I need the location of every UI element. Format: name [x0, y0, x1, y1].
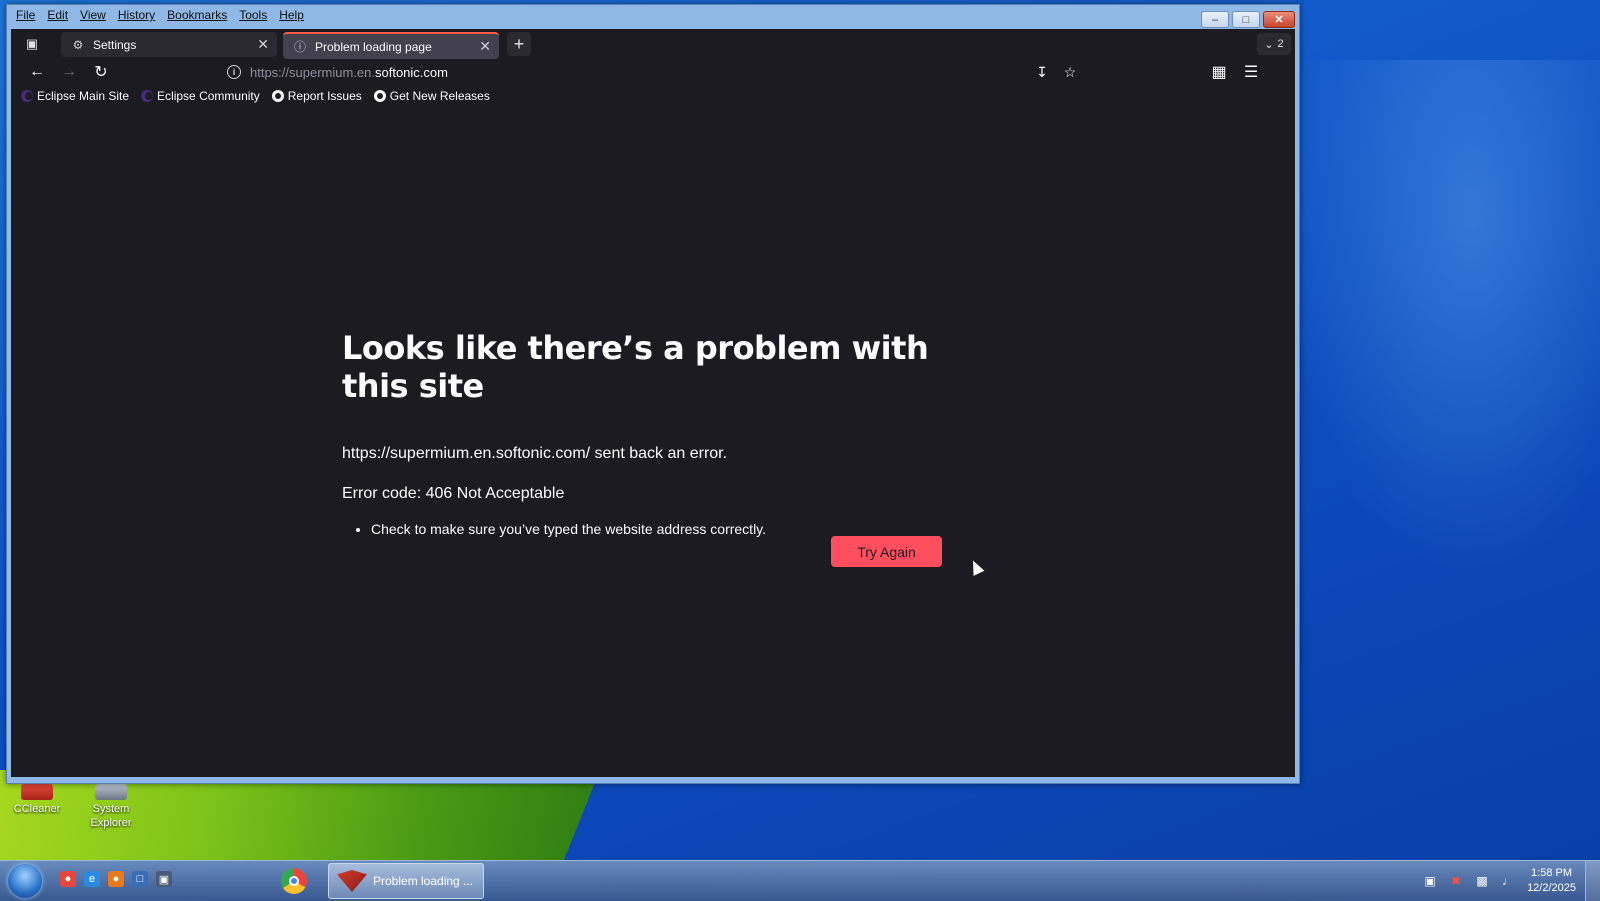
eclipse-icon: [21, 90, 33, 102]
tab-count: 2: [1277, 38, 1284, 50]
error-message: https://supermium.en.softonic.com/ sent …: [342, 445, 728, 462]
show-desktop-icon[interactable]: □: [132, 871, 148, 887]
extensions-button[interactable]: ▦: [1207, 61, 1231, 83]
network-icon[interactable]: ▩: [1474, 873, 1490, 889]
bookmarks-toolbar: Eclipse Main Site Eclipse Community Repo…: [11, 85, 1295, 107]
close-window-button[interactable]: ✕: [1263, 11, 1295, 28]
hamburger-menu-icon: ☰: [1243, 64, 1259, 81]
tab-bar: ▣ ⚙ Settings ✕ ⓘ Problem loading page ✕ …: [11, 29, 1295, 59]
new-tab-button[interactable]: +: [507, 32, 531, 56]
app-menu-button[interactable]: ☰: [1239, 61, 1263, 83]
system-explorer-icon: [95, 784, 127, 800]
error-code: Error code: 406 Not Acceptable: [342, 485, 565, 502]
minimize-icon: –: [1211, 13, 1219, 26]
menu-help[interactable]: Help: [278, 8, 305, 26]
menu-history[interactable]: History: [117, 8, 156, 26]
menu-bar: File Edit View History Bookmarks Tools H…: [15, 8, 305, 26]
volume-muted-icon[interactable]: ♩: [1500, 873, 1516, 889]
bookmark-star-icon[interactable]: ☆: [1059, 61, 1081, 83]
maximize-button[interactable]: □: [1232, 11, 1260, 28]
github-icon: [271, 90, 284, 102]
network-monitor-icon[interactable]: ▣: [1422, 873, 1438, 889]
url-text: https://supermium.en.softonic.com: [250, 64, 448, 80]
taskbar-browser-button[interactable]: Problem loading ...: [328, 863, 484, 899]
clock-date: 12/2/2025: [1527, 882, 1576, 894]
bookmark-report-issues[interactable]: Report Issues: [271, 89, 362, 103]
error-tips: Check to make sure you’ve typed the webs…: [342, 521, 962, 537]
browser-window: File Edit View History Bookmarks Tools H…: [6, 4, 1300, 784]
switch-windows-icon[interactable]: ▣: [156, 871, 172, 887]
close-tab-icon[interactable]: ✕: [479, 38, 491, 55]
address-bar[interactable]: i https://supermium.en.softonic.com ↧ ☆: [221, 61, 1081, 83]
close-icon: ✕: [1274, 14, 1284, 26]
bookmark-get-new-releases[interactable]: Get New Releases: [373, 89, 490, 103]
system-tray: ▣ ✖ ▩ ♩: [1422, 873, 1516, 889]
restore-icon: □: [1242, 13, 1250, 26]
tab-title: Settings: [93, 37, 137, 52]
site-info-icon[interactable]: i: [227, 65, 241, 79]
save-to-pocket-icon[interactable]: ↧: [1031, 61, 1053, 83]
desktop-icon-label: CCleaner: [13, 803, 61, 815]
bookmark-label: Eclipse Community: [157, 89, 260, 103]
bookmark-eclipse-main-site[interactable]: Eclipse Main Site: [21, 89, 129, 103]
bookmark-label: Eclipse Main Site: [37, 89, 130, 103]
eclipse-icon: [141, 90, 154, 102]
desktop-icon-label: System Explorer: [90, 803, 132, 829]
bookmark-eclipse-community[interactable]: Eclipse Community: [141, 89, 260, 103]
taskbar: ● e ● □ ▣ Problem loading ... ▣ ✖ ▩ ♩ 1:…: [0, 860, 1600, 901]
gear-icon: ⚙: [72, 37, 84, 52]
chrome-icon[interactable]: ●: [60, 871, 76, 887]
ccleaner-icon: [21, 784, 53, 800]
tab-settings[interactable]: ⚙ Settings ✕: [61, 32, 277, 57]
navigation-bar: ← → ↻ i https://supermium.en.softonic.co…: [11, 59, 1295, 85]
tab-problem-loading-page[interactable]: ⓘ Problem loading page ✕: [283, 32, 499, 59]
arrow-right-icon: →: [61, 63, 77, 80]
menu-tools[interactable]: Tools: [238, 8, 268, 26]
try-again-button[interactable]: Try Again: [831, 536, 942, 567]
error-tip: Check to make sure you’ve typed the webs…: [371, 521, 962, 537]
chrome-icon: [281, 868, 307, 894]
show-desktop-button[interactable]: [1585, 861, 1600, 901]
tab-title: Problem loading page: [315, 39, 432, 54]
info-icon: ⓘ: [293, 40, 306, 54]
firefox-icon[interactable]: ●: [108, 871, 124, 887]
menu-edit[interactable]: Edit: [46, 8, 69, 26]
chevron-down-icon: ⌄: [1264, 38, 1274, 51]
menu-file[interactable]: File: [15, 8, 36, 26]
minimize-button[interactable]: –: [1201, 11, 1229, 28]
clock-time: 1:58 PM: [1531, 867, 1573, 879]
list-all-tabs-button[interactable]: ⌄ 2: [1257, 33, 1291, 55]
desktop-background: [1280, 60, 1600, 580]
taskbar-chrome-button[interactable]: [278, 865, 310, 897]
bookmark-label: Report Issues: [287, 89, 362, 103]
error-title: Looks like there’s a problem with this s…: [342, 329, 929, 405]
github-icon: [373, 90, 386, 102]
close-tab-icon[interactable]: ✕: [257, 36, 269, 53]
reload-icon: ↻: [94, 64, 108, 81]
internet-explorer-icon[interactable]: e: [84, 871, 100, 887]
quick-launch: ● e ● □ ▣: [60, 871, 172, 887]
start-button[interactable]: [8, 864, 42, 898]
error-panel: Looks like there’s a problem with this s…: [342, 329, 962, 537]
firefox-view-button[interactable]: ▣: [19, 33, 45, 55]
menu-bookmarks[interactable]: Bookmarks: [166, 8, 228, 26]
bookmark-label: Get New Releases: [389, 89, 490, 103]
desktop-icon-system-explorer[interactable]: System Explorer: [76, 784, 146, 830]
taskbar-task-label: Problem loading ...: [373, 874, 474, 888]
window-controls: – □ ✕: [1201, 11, 1295, 28]
arrow-left-icon: ←: [29, 63, 45, 80]
browser-app-icon: [337, 870, 367, 892]
security-alert-icon[interactable]: ✖: [1448, 873, 1464, 889]
reload-button[interactable]: ↻: [89, 61, 113, 83]
forward-button[interactable]: →: [57, 61, 81, 83]
back-button[interactable]: ←: [25, 61, 49, 83]
system-clock[interactable]: 1:58 PM 12/2/2025: [1527, 866, 1576, 896]
address-bar-actions: ↧ ☆: [1031, 61, 1081, 83]
plus-icon: +: [513, 33, 525, 54]
page-content: Looks like there’s a problem with this s…: [11, 107, 1295, 777]
desktop-icon-ccleaner[interactable]: CCleaner: [2, 784, 72, 816]
puzzle-icon: ▦: [1211, 64, 1227, 81]
menu-view[interactable]: View: [79, 8, 107, 26]
